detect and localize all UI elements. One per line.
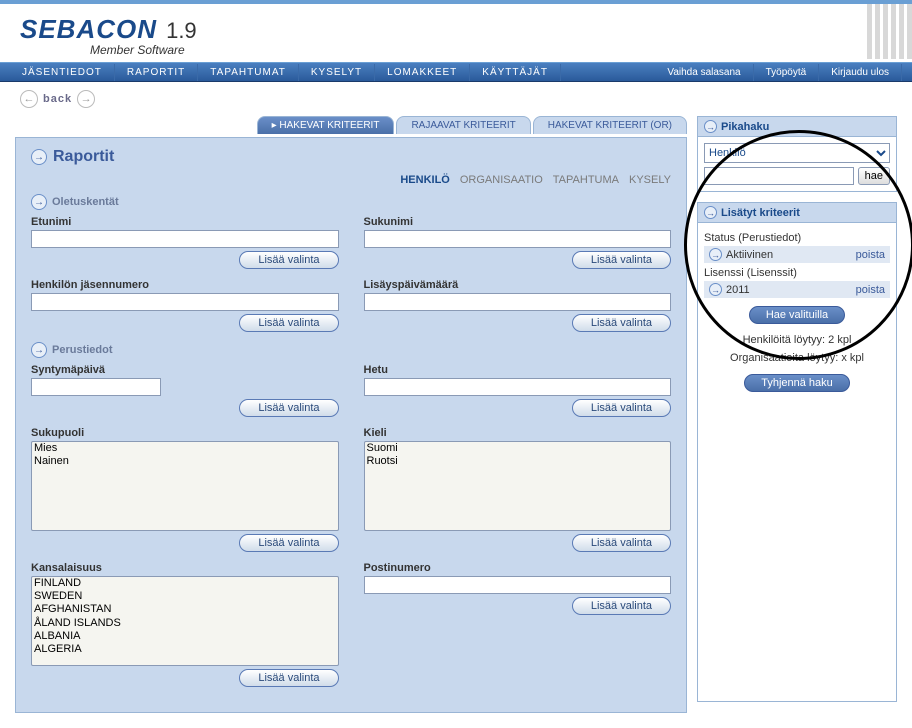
label-jasennumero: Henkilön jäsennumero [31,279,339,291]
nav-item-kyselyt[interactable]: KYSELYT [299,64,375,81]
input-hetu[interactable] [364,378,672,396]
criteria-item-icon[interactable]: → [709,283,722,296]
label-kansalaisuus: Kansalaisuus [31,562,339,574]
nav-item-tapahtumat[interactable]: TAPAHTUMAT [198,64,299,81]
label-etunimi: Etunimi [31,216,339,228]
brand-tagline: Member Software [90,43,892,57]
expand-icon[interactable]: → [704,206,717,219]
add-lisayspaiva-button[interactable]: Lisää valinta [572,314,671,332]
tab-hakevat-kriteerit[interactable]: ▸ HAKEVAT KRITEERIT [257,116,395,134]
tab-rajaavat-kriteerit[interactable]: RAJAAVAT KRITEERIT [396,116,530,134]
select-sukupuoli[interactable]: Mies Nainen [31,441,339,531]
section-title: Oletuskentät [52,196,119,208]
tab-tapahtuma[interactable]: TAPAHTUMA [553,174,619,186]
select-kansalaisuus[interactable]: FINLAND SWEDEN AFGHANISTAN ÅLAND ISLANDS… [31,576,339,666]
add-jasennumero-button[interactable]: Lisää valinta [239,314,338,332]
add-postinumero-button[interactable]: Lisää valinta [572,597,671,615]
add-sukupuoli-button[interactable]: Lisää valinta [239,534,338,552]
label-sukunimi: Sukunimi [364,216,672,228]
expand-icon[interactable]: → [31,149,47,165]
section-title: Perustiedot [52,344,113,356]
input-postinumero[interactable] [364,576,672,594]
input-lisayspaiva[interactable] [364,293,672,311]
criteria-value: 2011 [726,284,750,296]
nav-logout[interactable]: Kirjaudu ulos [819,64,902,81]
label-hetu: Hetu [364,364,672,376]
add-kieli-button[interactable]: Lisää valinta [572,534,671,552]
criteria-group-label: Status (Perustiedot) [704,232,890,244]
remove-criteria-link[interactable]: poista [856,249,885,261]
report-panel: → Raportit HENKILÖ ORGANISAATIO TAPAHTUM… [15,137,687,713]
quicksearch-box: → Pikahaku Henkilö hae [697,116,897,192]
search-with-selected-button[interactable]: Hae valituilla [749,306,845,324]
results-orgs: Organisaatioita löytyy: x kpl [704,352,890,364]
quicksearch-input[interactable] [704,167,854,185]
page-title: Raportit [53,148,114,166]
header-decoration [867,4,912,59]
label-lisayspaiva: Lisäyspäivämäärä [364,279,672,291]
brand-logo: SEBACON [20,14,157,45]
input-syntymapaiva[interactable] [31,378,161,396]
label-kieli: Kieli [364,427,672,439]
results-persons: Henkilöitä löytyy: 2 kpl [704,334,890,346]
tab-kysely[interactable]: KYSELY [629,174,671,186]
nav-desktop[interactable]: Työpöytä [754,64,820,81]
quicksearch-button[interactable]: hae [858,167,890,185]
brand-version: 1.9 [166,18,197,43]
criteria-box: → Lisätyt kriteerit Status (Perustiedot)… [697,202,897,702]
remove-criteria-link[interactable]: poista [856,284,885,296]
section-perustiedot: → Perustiedot [31,342,671,358]
label-syntymapaiva: Syntymäpäivä [31,364,339,376]
nav-change-password[interactable]: Vaihda salasana [655,64,753,81]
quicksearch-type-select[interactable]: Henkilö [704,143,890,163]
expand-icon[interactable]: → [704,120,717,133]
nav-item-kayttajat[interactable]: KÄYTTÄJÄT [470,64,561,81]
label-sukupuoli: Sukupuoli [31,427,339,439]
nav-item-raportit[interactable]: RAPORTIT [115,64,198,81]
input-etunimi[interactable] [31,230,339,248]
breadcrumb-bar: ← back → [0,82,912,116]
nav-item-jasentiedot[interactable]: JÄSENTIEDOT [10,64,115,81]
add-syntymapaiva-button[interactable]: Lisää valinta [239,399,338,417]
tab-hakevat-kriteerit-or[interactable]: HAKEVAT KRITEERIT (OR) [533,116,687,134]
quicksearch-title: Pikahaku [721,121,769,133]
add-etunimi-button[interactable]: Lisää valinta [239,251,338,269]
section-toggle-icon[interactable]: → [31,194,47,210]
entity-tabs: HENKILÖ ORGANISAATIO TAPAHTUMA KYSELY [31,174,671,186]
criteria-title: Lisätyt kriteerit [721,207,800,219]
section-toggle-icon[interactable]: → [31,342,47,358]
tab-organisaatio[interactable]: ORGANISAATIO [460,174,543,186]
criteria-item-icon[interactable]: → [709,248,722,261]
input-sukunimi[interactable] [364,230,672,248]
label-postinumero: Postinumero [364,562,672,574]
back-arrow-icon[interactable]: ← [20,90,38,108]
back-label[interactable]: back [43,93,72,105]
criteria-group-label: Lisenssi (Lisenssit) [704,267,890,279]
section-oletuskentat: → Oletuskentät [31,194,671,210]
nav-item-lomakkeet[interactable]: LOMAKKEET [375,64,470,81]
criteria-item: → 2011 poista [704,281,890,298]
input-jasennumero[interactable] [31,293,339,311]
app-header: SEBACON 1.9 Member Software [0,0,912,62]
select-kieli[interactable]: Suomi Ruotsi [364,441,672,531]
criteria-item: → Aktiivinen poista [704,246,890,263]
criteria-value: Aktiivinen [726,249,773,261]
add-sukunimi-button[interactable]: Lisää valinta [572,251,671,269]
add-kansalaisuus-button[interactable]: Lisää valinta [239,669,338,687]
add-hetu-button[interactable]: Lisää valinta [572,399,671,417]
main-navbar: JÄSENTIEDOT RAPORTIT TAPAHTUMAT KYSELYT … [0,62,912,82]
clear-search-button[interactable]: Tyhjennä haku [744,374,850,392]
criteria-tabs: ▸ HAKEVAT KRITEERIT RAJAAVAT KRITEERIT H… [15,116,687,134]
tab-henkilo[interactable]: HENKILÖ [400,174,450,186]
forward-arrow-icon[interactable]: → [77,90,95,108]
